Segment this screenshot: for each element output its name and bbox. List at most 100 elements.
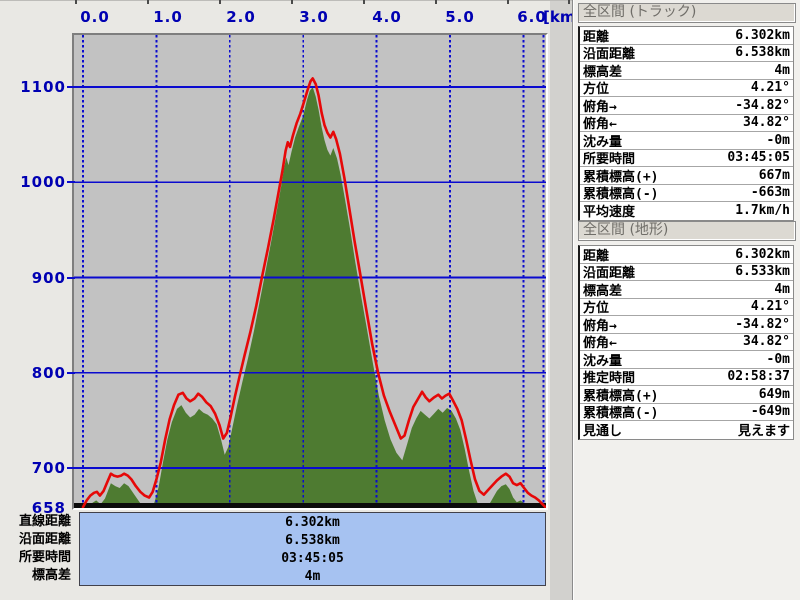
row-label: 累積標高(-) — [583, 406, 659, 422]
table-row: 沈み量 -0m — [580, 351, 793, 369]
y-axis-tick — [67, 371, 75, 374]
row-label: 累積標高(+) — [583, 169, 659, 185]
row-value: 03:45:05 — [727, 150, 790, 166]
x-axis-label: 1.0 — [153, 8, 183, 26]
summary-label: 沿面距離 — [18, 532, 71, 547]
panel-terrain-rows: 距離 6.302km 沿面距離 6.533km 標高差 4m 方位 4.21° 俯角→ -34.8… — [578, 245, 794, 440]
row-label: 累積標高(+) — [583, 388, 659, 404]
row-label: 推定時間 — [583, 371, 636, 387]
ruler-tick — [75, 0, 77, 4]
table-row: 俯角← 34.82° — [580, 334, 793, 352]
row-value: 667m — [758, 167, 790, 183]
row-value: -0m — [766, 132, 790, 148]
ruler-tick — [568, 0, 570, 4]
row-label: 見通し — [583, 424, 623, 440]
table-row: 方位 4.21° — [580, 80, 793, 98]
elevation-plot[interactable] — [74, 35, 546, 508]
row-value: 1.7km/h — [735, 203, 790, 219]
table-row: 累積標高(+) 649m — [580, 386, 793, 404]
row-value: -34.82° — [735, 97, 790, 113]
row-value: 649m — [758, 386, 790, 402]
table-row: 平均速度 1.7km/h — [580, 202, 793, 220]
row-value: 34.82° — [743, 115, 790, 131]
panel-terrain-title: 全区間 (地形) — [578, 221, 796, 241]
table-row: 見通し 見えます — [580, 421, 793, 439]
row-value: 4m — [774, 62, 790, 78]
table-row: 方位 4.21° — [580, 299, 793, 317]
x-axis-label: 2.0 — [226, 8, 256, 26]
summary-value: 03:45:05 — [281, 551, 344, 566]
ruler-tick — [147, 0, 149, 4]
row-label: 沿面距離 — [583, 266, 636, 282]
row-value: 4.21° — [750, 299, 790, 315]
row-label: 距離 — [583, 29, 610, 45]
row-value: -34.82° — [735, 316, 790, 332]
row-label: 平均速度 — [583, 205, 636, 221]
y-axis-label: 900 — [31, 268, 66, 287]
row-value: 4m — [774, 281, 790, 297]
elevation-profile-window: { "axis": { "x_labels": ["0.0","1.0","2.… — [0, 0, 800, 600]
x-axis-label: 4.0 — [372, 8, 402, 26]
table-row: 沿面距離 6.538km — [580, 45, 793, 63]
table-row: 沿面距離 6.533km — [580, 264, 793, 282]
row-label: 距離 — [583, 248, 610, 264]
summary-value: 4m — [304, 569, 321, 584]
row-value: -649m — [750, 404, 790, 420]
row-label: 沿面距離 — [583, 47, 636, 63]
ruler-tick — [219, 0, 221, 4]
row-label: 俯角← — [583, 117, 617, 133]
row-label: 沈み量 — [583, 353, 623, 369]
y-axis-label: 1100 — [20, 78, 66, 96]
row-value: 02:58:37 — [727, 369, 790, 385]
y-axis-label: 700 — [31, 459, 66, 477]
row-label: 方位 — [583, 301, 610, 317]
table-row: 距離 6.302km — [580, 246, 793, 264]
elevation-chart-svg — [74, 35, 546, 508]
table-row: 累積標高(-) -663m — [580, 185, 793, 203]
ruler-tick — [507, 0, 509, 4]
table-row: 所要時間 03:45:05 — [580, 150, 793, 168]
summary-label: 標高差 — [31, 568, 71, 583]
row-label: 標高差 — [583, 64, 623, 80]
y-axis-tick — [67, 181, 75, 184]
x-axis-label: 3.0 — [299, 8, 329, 26]
table-row: 距離 6.302km — [580, 27, 793, 45]
table-row: 沈み量 -0m — [580, 132, 793, 150]
summary-label: 所要時間 — [18, 550, 71, 565]
row-label: 方位 — [583, 82, 610, 98]
row-value: -0m — [766, 351, 790, 367]
row-value: 4.21° — [750, 80, 790, 96]
row-label: 俯角← — [583, 336, 617, 352]
y-axis-tick — [67, 276, 75, 279]
panel-track-rows: 距離 6.302km 沿面距離 6.538km 標高差 4m 方位 4.21° 俯角→ -34.8… — [578, 26, 794, 221]
row-value: 6.538km — [735, 45, 790, 61]
baseline — [74, 503, 546, 508]
table-row: 累積標高(+) 667m — [580, 167, 793, 185]
ruler-tick — [435, 0, 437, 4]
y-axis-label: 800 — [31, 363, 66, 382]
row-value: 見えます — [737, 424, 790, 440]
row-label: 所要時間 — [583, 152, 636, 168]
ruler-tick — [291, 0, 293, 4]
y-axis-label: 1000 — [20, 173, 66, 192]
summary-box: 6.302km 6.538km 03:45:05 4m — [79, 512, 546, 586]
row-value: -663m — [750, 185, 790, 201]
row-label: 標高差 — [583, 283, 623, 299]
y-axis-tick — [67, 86, 75, 88]
row-label: 俯角→ — [583, 318, 617, 334]
table-row: 標高差 4m — [580, 62, 793, 80]
row-value: 34.82° — [743, 334, 790, 350]
x-axis-label: 0.0 — [80, 8, 110, 26]
ruler-tick — [363, 0, 365, 4]
pane-gap — [550, 0, 572, 600]
row-value: 6.533km — [735, 264, 790, 280]
table-row: 俯角← 34.82° — [580, 115, 793, 133]
table-row: 俯角→ -34.82° — [580, 97, 793, 115]
panel-track-title: 全区間 (トラック) — [578, 3, 796, 23]
table-row: 累積標高(-) -649m — [580, 404, 793, 422]
row-label: 俯角→ — [583, 99, 617, 115]
summary-value: 6.538km — [285, 533, 340, 548]
row-label: 累積標高(-) — [583, 187, 659, 203]
summary-label: 直線距離 — [18, 514, 71, 529]
summary-value: 6.302km — [285, 515, 340, 530]
